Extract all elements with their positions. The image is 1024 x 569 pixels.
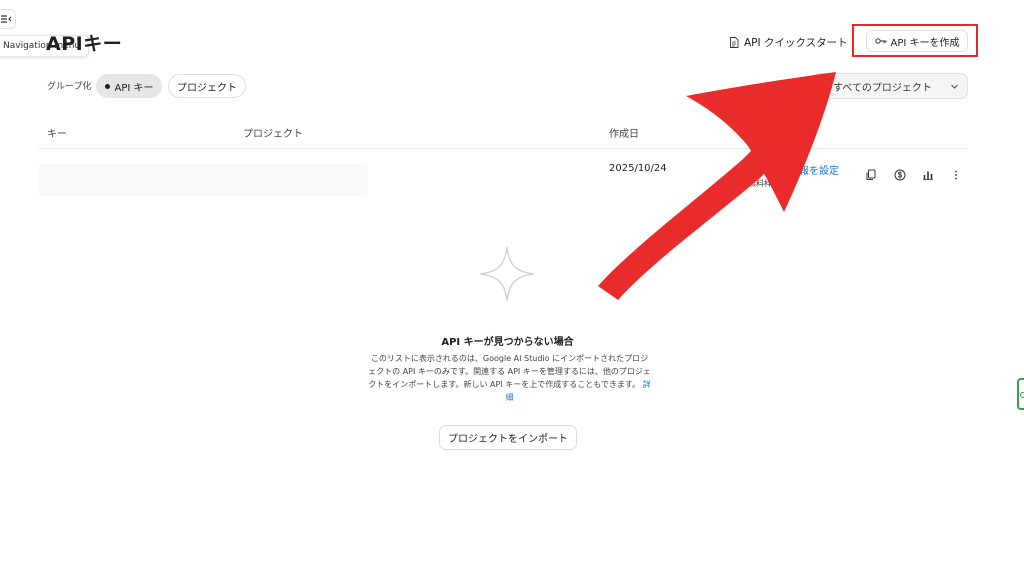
empty-state-title: API キーが見つからない場合 — [441, 337, 574, 348]
table-header-divider — [38, 148, 968, 149]
empty-state-text: このリストに表示されるのは、Google AI Studio にインポートされた… — [368, 354, 651, 389]
usage-button[interactable] — [921, 168, 934, 181]
set-up-billing-link[interactable]: お支払い情報を設定 — [749, 162, 839, 177]
column-header-project: プロジェクト — [243, 129, 303, 140]
side-assistant-widget[interactable] — [1017, 378, 1024, 410]
annotation-arrow-shaft — [598, 132, 788, 300]
navigation-menu-button[interactable] — [0, 9, 16, 29]
more-vert-icon — [954, 170, 957, 179]
api-quickstart-label: API クイックスタート — [744, 36, 848, 49]
column-header-key: キー — [47, 129, 67, 140]
menu-icon — [1, 15, 12, 23]
project-filter-value: すべてのプロジェクト — [833, 82, 932, 94]
billing-button[interactable] — [893, 168, 906, 181]
row-created-date: 2025/10/24 — [609, 163, 667, 174]
chevron-down-icon — [951, 84, 958, 89]
chip-label: プロジェクト — [177, 82, 237, 94]
import-project-button[interactable]: プロジェクトをインポート — [439, 425, 577, 450]
copy-icon — [866, 169, 875, 180]
annotation-highlight-box — [852, 24, 978, 57]
api-quickstart-link[interactable]: API クイックスタート — [729, 33, 848, 51]
column-header-created: 作成日 — [609, 129, 639, 140]
project-filter-select[interactable]: すべてのプロジェクト — [812, 73, 968, 99]
group-by-label: グループ化 — [47, 82, 92, 92]
group-chip-api-keys[interactable]: API キー — [96, 74, 162, 98]
copy-key-button[interactable] — [864, 168, 877, 181]
chip-label: API キー — [114, 82, 154, 94]
sparkle-icon — [479, 246, 535, 302]
billing-icon — [894, 169, 905, 180]
document-icon — [730, 36, 739, 48]
selected-dot-icon — [104, 83, 110, 89]
billing-tier-label: 無料枠 — [748, 179, 772, 188]
more-options-button[interactable] — [949, 168, 962, 181]
usage-chart-icon — [922, 171, 933, 180]
group-chip-projects[interactable]: プロジェクト — [168, 74, 246, 98]
page-title: APIキー — [46, 33, 123, 55]
empty-state-description: このリストに表示されるのは、Google AI Studio にインポートされた… — [367, 352, 652, 404]
table-row-redacted-key — [38, 164, 368, 196]
